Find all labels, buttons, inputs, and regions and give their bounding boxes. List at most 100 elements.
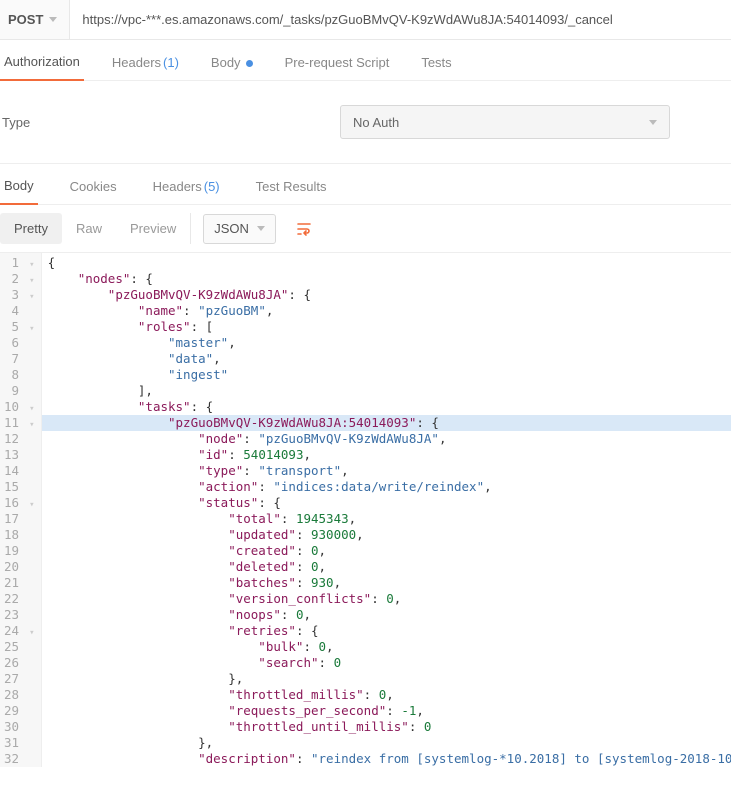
code-line[interactable]: "action": "indices:data/write/reindex", [42, 479, 731, 495]
code-line[interactable]: "version_conflicts": 0, [42, 591, 731, 607]
auth-type-label: Type [0, 115, 340, 130]
code-line[interactable]: "status": { [42, 495, 731, 511]
resp-tab-cookies[interactable]: Cookies [66, 179, 121, 204]
line-number: 15 [0, 479, 41, 495]
code-line[interactable]: }, [42, 735, 731, 751]
tab-tests[interactable]: Tests [417, 55, 455, 80]
code-line[interactable]: "type": "transport", [42, 463, 731, 479]
line-number: 29 [0, 703, 41, 719]
line-number: 22 [0, 591, 41, 607]
line-number: 11 ▾ [0, 415, 41, 431]
http-method-label: POST [8, 12, 43, 27]
request-bar: POST [0, 0, 731, 40]
tab-count: (5) [204, 179, 220, 194]
line-number: 16 ▾ [0, 495, 41, 511]
tab-body[interactable]: Body [207, 55, 257, 80]
line-number: 12 [0, 431, 41, 447]
tab-prerequest[interactable]: Pre-request Script [281, 55, 394, 80]
format-label: JSON [214, 221, 249, 236]
chevron-down-icon [49, 17, 57, 22]
code-line[interactable]: { [42, 255, 731, 271]
label: Raw [76, 221, 102, 236]
http-method-dropdown[interactable]: POST [0, 0, 70, 39]
code-line[interactable]: "requests_per_second": -1, [42, 703, 731, 719]
code-content[interactable]: { "nodes": { "pzGuoBMvQV-K9zWdAWu8JA": {… [42, 253, 731, 767]
resp-tab-body[interactable]: Body [0, 178, 38, 205]
tab-label: Tests [421, 55, 451, 70]
code-line[interactable]: "ingest" [42, 367, 731, 383]
line-number: 23 [0, 607, 41, 623]
line-number: 10 ▾ [0, 399, 41, 415]
url-input[interactable] [70, 0, 731, 39]
code-line[interactable]: "master", [42, 335, 731, 351]
label: Preview [130, 221, 176, 236]
line-number: 4 [0, 303, 41, 319]
code-line[interactable]: "tasks": { [42, 399, 731, 415]
tab-label: Authorization [4, 54, 80, 69]
line-number: 8 [0, 367, 41, 383]
code-line[interactable]: "throttled_millis": 0, [42, 687, 731, 703]
line-number: 1 ▾ [0, 255, 41, 271]
code-line[interactable]: "pzGuoBMvQV-K9zWdAWu8JA": { [42, 287, 731, 303]
code-line[interactable]: ], [42, 383, 731, 399]
auth-section: Type No Auth [0, 81, 731, 164]
view-mode-group: Pretty Raw Preview [0, 213, 191, 244]
auth-type-select[interactable]: No Auth [340, 105, 670, 139]
code-line[interactable]: "id": 54014093, [42, 447, 731, 463]
response-toolbar: Pretty Raw Preview JSON [0, 205, 731, 253]
response-tabs: Body Cookies Headers(5) Test Results [0, 164, 731, 205]
modified-dot-icon [246, 60, 253, 67]
code-line[interactable]: "deleted": 0, [42, 559, 731, 575]
line-number: 27 [0, 671, 41, 687]
code-line[interactable]: "nodes": { [42, 271, 731, 287]
line-number: 3 ▾ [0, 287, 41, 303]
code-line[interactable]: }, [42, 671, 731, 687]
code-line[interactable]: "noops": 0, [42, 607, 731, 623]
view-preview[interactable]: Preview [116, 213, 190, 244]
code-line[interactable]: "created": 0, [42, 543, 731, 559]
request-tabs: Authorization Headers(1) Body Pre-reques… [0, 40, 731, 81]
chevron-down-icon [257, 226, 265, 231]
auth-selected-value: No Auth [353, 115, 399, 130]
line-number: 24 ▾ [0, 623, 41, 639]
line-number: 26 [0, 655, 41, 671]
label: Pretty [14, 221, 48, 236]
line-number: 9 [0, 383, 41, 399]
resp-tab-headers[interactable]: Headers(5) [149, 179, 224, 204]
tab-label: Pre-request Script [285, 55, 390, 70]
wrap-lines-button[interactable] [288, 214, 320, 244]
tab-count: (1) [163, 55, 179, 70]
code-line[interactable]: "batches": 930, [42, 575, 731, 591]
response-code-area[interactable]: 1 ▾2 ▾3 ▾4 5 ▾6 7 8 9 10 ▾11 ▾12 13 14 1… [0, 253, 731, 767]
resp-tab-tests[interactable]: Test Results [252, 179, 331, 204]
line-number: 21 [0, 575, 41, 591]
code-line[interactable]: "description": "reindex from [systemlog-… [42, 751, 731, 767]
tab-label: Test Results [256, 179, 327, 194]
code-line[interactable]: "roles": [ [42, 319, 731, 335]
tab-label: Cookies [70, 179, 117, 194]
code-line[interactable]: "bulk": 0, [42, 639, 731, 655]
chevron-down-icon [649, 120, 657, 125]
code-line[interactable]: "data", [42, 351, 731, 367]
wrap-icon [296, 221, 312, 237]
code-line[interactable]: "updated": 930000, [42, 527, 731, 543]
tab-headers[interactable]: Headers(1) [108, 55, 183, 80]
code-line[interactable]: "total": 1945343, [42, 511, 731, 527]
line-gutter[interactable]: 1 ▾2 ▾3 ▾4 5 ▾6 7 8 9 10 ▾11 ▾12 13 14 1… [0, 253, 42, 767]
view-raw[interactable]: Raw [62, 213, 116, 244]
code-line[interactable]: "node": "pzGuoBMvQV-K9zWdAWu8JA", [42, 431, 731, 447]
code-line[interactable]: "throttled_until_millis": 0 [42, 719, 731, 735]
line-number: 14 [0, 463, 41, 479]
view-pretty[interactable]: Pretty [0, 213, 62, 244]
code-line[interactable]: "name": "pzGuoBM", [42, 303, 731, 319]
line-number: 6 [0, 335, 41, 351]
line-number: 28 [0, 687, 41, 703]
line-number: 17 [0, 511, 41, 527]
tab-authorization[interactable]: Authorization [0, 54, 84, 81]
code-line[interactable]: "retries": { [42, 623, 731, 639]
line-number: 30 [0, 719, 41, 735]
line-number: 20 [0, 559, 41, 575]
code-line[interactable]: "search": 0 [42, 655, 731, 671]
format-select[interactable]: JSON [203, 214, 276, 244]
code-line[interactable]: "pzGuoBMvQV-K9zWdAWu8JA:54014093": { [42, 415, 731, 431]
